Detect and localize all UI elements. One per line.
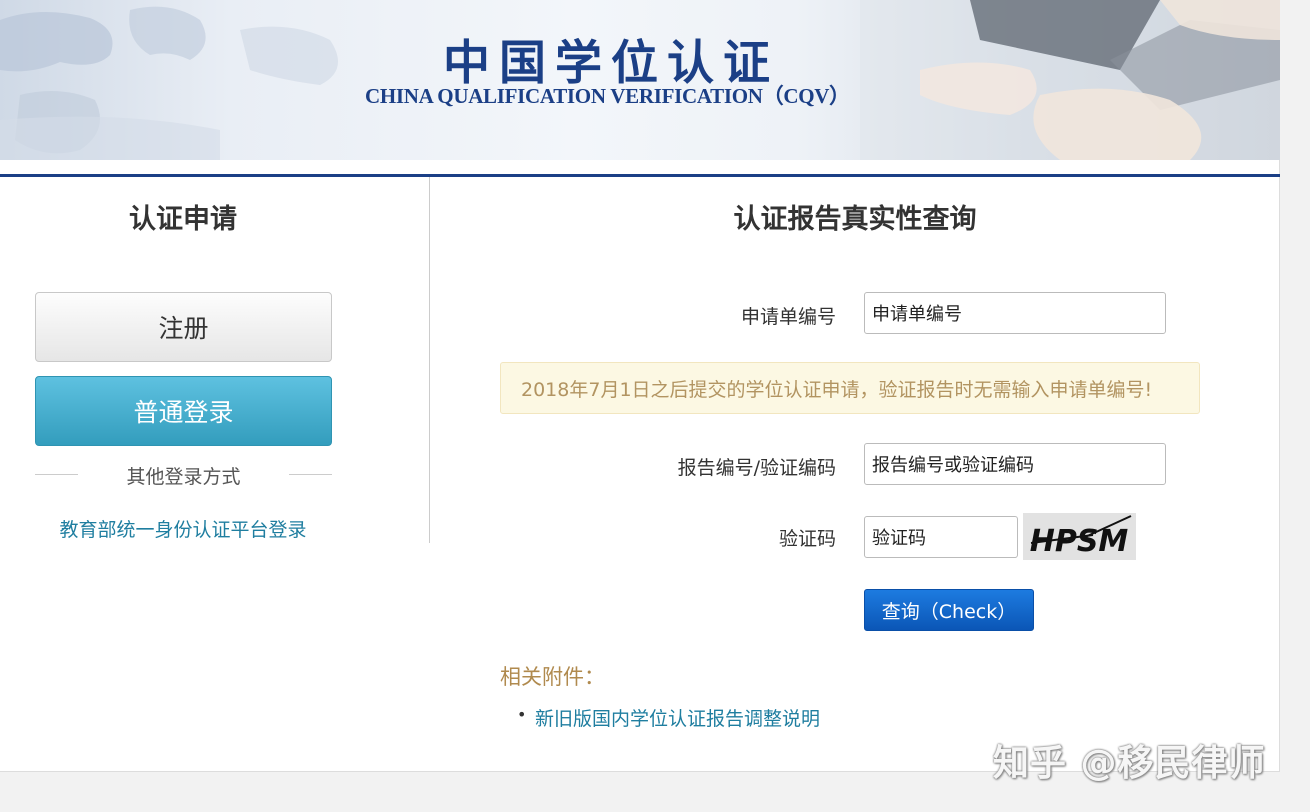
header-banner: 中国学位认证 CHINA QUALIFICATION VERIFICATION（… xyxy=(0,0,1280,160)
banner-subtitle: CHINA QUALIFICATION VERIFICATION（CQV） xyxy=(365,84,850,108)
page: 中国学位认证 CHINA QUALIFICATION VERIFICATION（… xyxy=(0,0,1280,772)
divider-line xyxy=(289,474,332,475)
bullet-icon: • xyxy=(517,705,527,724)
report-number-label: 报告编号/验证编码 xyxy=(677,457,836,479)
graduation-hands-graphic xyxy=(860,0,1280,160)
captcha-image[interactable]: HPSM xyxy=(1023,513,1136,560)
edu-login-link[interactable]: 教育部统一身份认证平台登录 xyxy=(0,515,366,542)
captcha-label: 验证码 xyxy=(778,528,836,550)
application-heading: 认证申请 xyxy=(129,204,237,235)
divider-line xyxy=(35,474,78,475)
app-number-input[interactable]: 申请单编号 xyxy=(864,292,1166,334)
world-map-graphic xyxy=(0,6,338,160)
check-button[interactable]: 查询（Check） xyxy=(864,589,1034,631)
watermark: 知乎 @移民律师 xyxy=(993,743,1266,784)
application-panel: 认证申请 注册 普通登录 其他登录方式 教育部统一身份认证平台登录 xyxy=(0,177,430,543)
other-login-label: 其他登录方式 xyxy=(126,465,241,488)
captcha-text: HPSM xyxy=(1030,524,1129,559)
app-number-label: 申请单编号 xyxy=(740,306,836,328)
attachments-heading: 相关附件： xyxy=(500,665,605,689)
verification-heading: 认证报告真实性查询 xyxy=(733,204,977,235)
attachment-link[interactable]: 新旧版国内学位认证报告调整说明 xyxy=(535,704,820,731)
report-number-input[interactable]: 报告编号或验证编码 xyxy=(864,443,1166,485)
notice-banner: 2018年7月1日之后提交的学位认证申请，验证报告时无需输入申请单编号! xyxy=(500,362,1200,414)
login-button[interactable]: 普通登录 xyxy=(35,376,332,446)
other-login-divider: 其他登录方式 xyxy=(35,462,332,488)
notice-text: 2018年7月1日之后提交的学位认证申请，验证报告时无需输入申请单编号! xyxy=(521,378,1153,401)
register-button[interactable]: 注册 xyxy=(35,292,332,362)
captcha-input[interactable]: 验证码 xyxy=(864,516,1018,558)
